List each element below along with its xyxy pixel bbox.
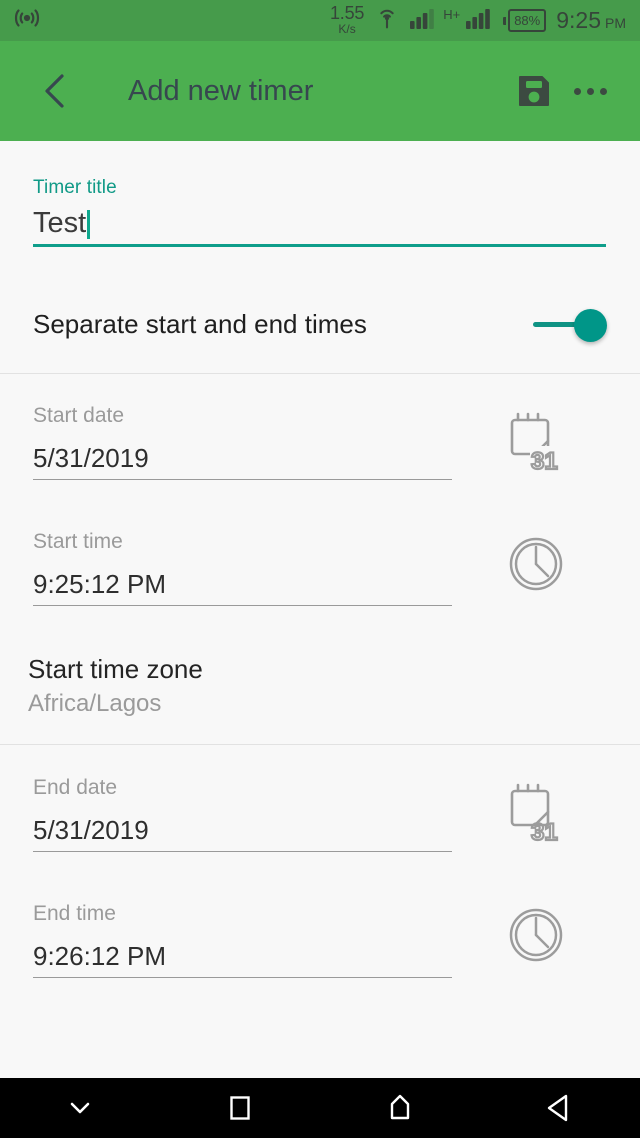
network-speed: 1.55 K/s bbox=[330, 4, 364, 35]
end-date-calendar-button[interactable]: 31 bbox=[504, 781, 568, 847]
timer-title-label: Timer title bbox=[33, 177, 117, 198]
system-navigation-bar bbox=[0, 1078, 640, 1138]
sim1-signal-bars-icon bbox=[410, 7, 437, 34]
separate-times-label: Separate start and end times bbox=[33, 309, 367, 340]
more-vertical-dots-icon bbox=[573, 87, 607, 95]
sim2-signal-bars-icon bbox=[466, 7, 493, 34]
clock-time: 9:25 bbox=[556, 7, 601, 33]
network-type-label: H+ bbox=[443, 7, 461, 22]
battery-nub bbox=[503, 16, 507, 25]
overflow-menu-button[interactable] bbox=[562, 63, 618, 119]
hotspot-icon bbox=[374, 5, 400, 36]
end-time-row[interactable]: End time 9:26:12 PM bbox=[0, 873, 640, 1001]
floppy-save-icon bbox=[519, 76, 549, 106]
chevron-left-icon bbox=[45, 74, 64, 108]
start-time-input[interactable]: 9:25:12 PM bbox=[33, 569, 452, 606]
status-bar-right: 1.55 K/s H+ 88% 9:25 PM bbox=[330, 4, 626, 36]
start-time-clock-button[interactable] bbox=[504, 532, 568, 596]
end-time-input[interactable]: 9:26:12 PM bbox=[33, 941, 452, 978]
battery-indicator: 88% bbox=[503, 9, 547, 32]
end-time-clock-button[interactable] bbox=[504, 903, 568, 967]
network-speed-rate: 1.55 bbox=[329, 3, 365, 23]
network-speed-unit: K/s bbox=[338, 22, 356, 36]
start-time-zone-value: Africa/Lagos bbox=[28, 689, 162, 717]
end-date-input[interactable]: 5/31/2019 bbox=[33, 815, 452, 852]
square-recents-icon bbox=[230, 1096, 250, 1120]
phone-screen: 1.55 K/s H+ 88% 9:25 PM Add new timer Ti… bbox=[0, 0, 640, 1138]
timer-title-field[interactable]: Timer title Test bbox=[0, 141, 640, 247]
svg-text:31: 31 bbox=[531, 819, 558, 845]
end-date-row[interactable]: End date 5/31/2019 31 bbox=[0, 745, 640, 873]
start-time-value: 9:25:12 PM bbox=[33, 568, 166, 599]
text-caret bbox=[87, 209, 91, 239]
clock-icon bbox=[509, 908, 563, 962]
status-bar-clock: 9:25 PM bbox=[556, 7, 626, 34]
start-time-zone-row[interactable]: Start time zone Africa/Lagos bbox=[0, 630, 640, 744]
start-date-calendar-button[interactable]: 31 bbox=[504, 410, 568, 476]
wifi-broadcast-icon bbox=[12, 6, 42, 35]
start-time-zone-label: Start time zone bbox=[28, 653, 203, 684]
clock-meridiem: PM bbox=[605, 15, 626, 31]
separate-times-row[interactable]: Separate start and end times bbox=[0, 277, 640, 373]
save-button[interactable] bbox=[506, 63, 562, 119]
toggle-thumb bbox=[574, 308, 607, 342]
calendar-31-icon: 31 bbox=[510, 412, 560, 476]
hide-keyboard-button[interactable] bbox=[0, 1078, 160, 1138]
status-bar: 1.55 K/s H+ 88% 9:25 PM bbox=[0, 0, 640, 41]
separate-times-toggle[interactable] bbox=[533, 307, 607, 343]
start-date-value: 5/31/2019 bbox=[33, 442, 149, 473]
timer-title-input[interactable]: Test bbox=[33, 207, 606, 247]
start-date-row[interactable]: Start date 5/31/2019 31 bbox=[0, 374, 640, 502]
start-date-input[interactable]: 5/31/2019 bbox=[33, 443, 452, 480]
svg-text:31: 31 bbox=[531, 448, 558, 474]
form-scroll-area[interactable]: Timer title Test Separate start and end … bbox=[0, 141, 640, 1078]
status-bar-left bbox=[12, 6, 42, 35]
chevron-down-icon bbox=[70, 1102, 90, 1114]
recents-button[interactable] bbox=[160, 1078, 320, 1138]
back-button-nav[interactable] bbox=[480, 1078, 640, 1138]
home-pentagon-icon bbox=[390, 1094, 410, 1120]
page-title: Add new timer bbox=[128, 74, 314, 107]
battery-level-text: 88% bbox=[508, 9, 547, 32]
start-time-row[interactable]: Start time 9:25:12 PM bbox=[0, 502, 640, 630]
triangle-back-icon bbox=[547, 1094, 568, 1122]
app-bar: Add new timer bbox=[0, 41, 640, 141]
calendar-31-icon: 31 bbox=[510, 783, 559, 847]
end-date-value: 5/31/2019 bbox=[33, 814, 149, 845]
timer-title-value: Test bbox=[33, 207, 87, 239]
end-time-value: 9:26:12 PM bbox=[33, 940, 166, 971]
home-button[interactable] bbox=[320, 1078, 480, 1138]
back-button[interactable] bbox=[28, 63, 84, 119]
clock-icon bbox=[509, 537, 563, 591]
